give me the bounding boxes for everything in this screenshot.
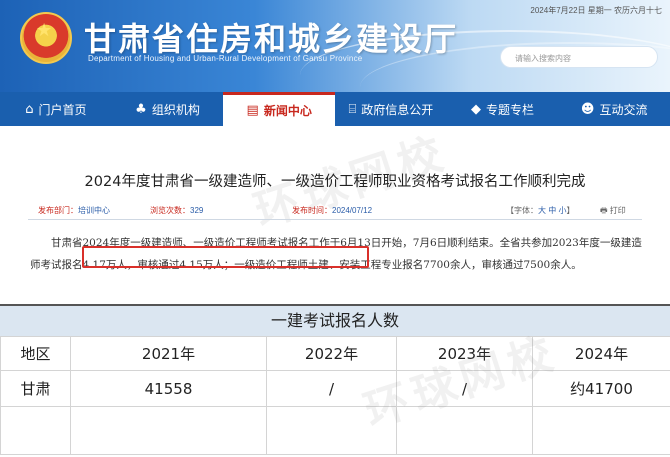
nav-item-gov-info[interactable]: ⌸ 政府信息公开 — [335, 92, 447, 126]
home-icon: ⌂ — [25, 101, 34, 117]
table-cell: 约41700 — [532, 370, 670, 407]
meta-views: 浏览次数：329 — [150, 206, 204, 215]
star-icon: ★ — [36, 20, 53, 41]
nav-item-label: 政府信息公开 — [361, 102, 434, 117]
nav-item-organization[interactable]: ♣ 组织机构 — [112, 92, 224, 126]
table-cell — [70, 406, 267, 455]
article-content: 环球网校 2024年度甘肃省一级建造师、一级造价工程师职业资格考试报名工作顺利完… — [0, 126, 670, 302]
printer-icon: 🖶 — [600, 206, 608, 215]
table-header-cell: 2021年 — [70, 336, 267, 371]
table-cell — [0, 406, 71, 455]
nav-item-interaction[interactable]: ☻ 互动交流 — [558, 92, 670, 126]
table-header-cell: 2022年 — [266, 336, 397, 371]
table-cell — [396, 406, 533, 455]
meta-dept: 发布部门：培训中心 — [38, 206, 110, 215]
article-meta-bar: 发布部门：培训中心 浏览次数：329 发布时间：2024/07/12 【字体：大… — [28, 200, 642, 220]
article-title: 2024年度甘肃省一级建造师、一级造价工程师职业资格考试报名工作顺利完成 — [84, 174, 586, 190]
national-emblem-icon[interactable]: ★ — [20, 12, 72, 64]
nav-item-label: 新闻中心 — [263, 104, 312, 118]
table-cell — [266, 406, 397, 455]
government-building-icon: ⌸ — [348, 101, 357, 117]
search-input[interactable]: 请输入搜索内容 — [500, 46, 658, 68]
registration-table: 环球网校 一建考试报名人数 地区 2021年 2022年 2023年 2024年… — [0, 304, 670, 457]
news-icon: ▤ — [246, 103, 259, 118]
nav-item-home[interactable]: ⌂ 门户首页 — [0, 92, 112, 126]
org-chart-icon: ♣ — [135, 101, 147, 117]
table-header-cell: 地区 — [0, 336, 71, 371]
main-nav: ⌂ 门户首页 ♣ 组织机构 ▤ 新闻中心 ⌸ 政府信息公开 ◆ 专题专栏 ☻ 互… — [0, 92, 670, 126]
nav-item-topics[interactable]: ◆ 专题专栏 — [447, 92, 559, 126]
date-display: 2024年7月22日 星期一 农历六月十七 — [530, 6, 662, 15]
table-header-cell: 2024年 — [532, 336, 670, 371]
print-button[interactable]: 🖶 打印 — [600, 205, 626, 219]
table-cell: / — [266, 370, 397, 407]
site-subtitle: Department of Housing and Urban-Rural De… — [88, 54, 363, 63]
table-row: 甘肃 41558 / / 约41700 — [0, 370, 670, 407]
table-cell: 41558 — [70, 370, 267, 407]
table-cell: / — [396, 370, 533, 407]
site-header: ★ 甘肃省住房和城乡建设厅 Department of Housing and … — [0, 0, 670, 92]
nav-item-label: 专题专栏 — [486, 102, 535, 117]
tag-icon: ◆ — [471, 101, 482, 117]
table-cell: 甘肃 — [0, 370, 71, 407]
font-medium-button[interactable]: 中 — [548, 206, 556, 215]
nav-item-label: 门户首页 — [38, 102, 87, 117]
font-size-control: 【字体：大 中 小】 — [506, 206, 575, 215]
nav-item-label: 互动交流 — [599, 102, 648, 117]
meta-time: 发布时间：2024/07/12 — [292, 206, 373, 215]
table-row — [0, 406, 670, 455]
nav-item-news[interactable]: ▤ 新闻中心 — [223, 92, 336, 126]
table-header-row: 地区 2021年 2022年 2023年 2024年 — [0, 336, 670, 371]
data-table: 地区 2021年 2022年 2023年 2024年 甘肃 41558 / / … — [0, 336, 670, 455]
article-body: 甘肃省2024年度一级建造师、一级造价工程师考试报名工作于6月13日开始，7月6… — [30, 237, 642, 271]
nav-item-label: 组织机构 — [151, 102, 200, 117]
table-header-cell: 2023年 — [396, 336, 533, 371]
user-chat-icon: ☻ — [580, 101, 595, 117]
font-large-button[interactable]: 大 — [538, 206, 546, 215]
table-caption: 一建考试报名人数 — [0, 306, 670, 336]
table-cell — [532, 406, 670, 455]
